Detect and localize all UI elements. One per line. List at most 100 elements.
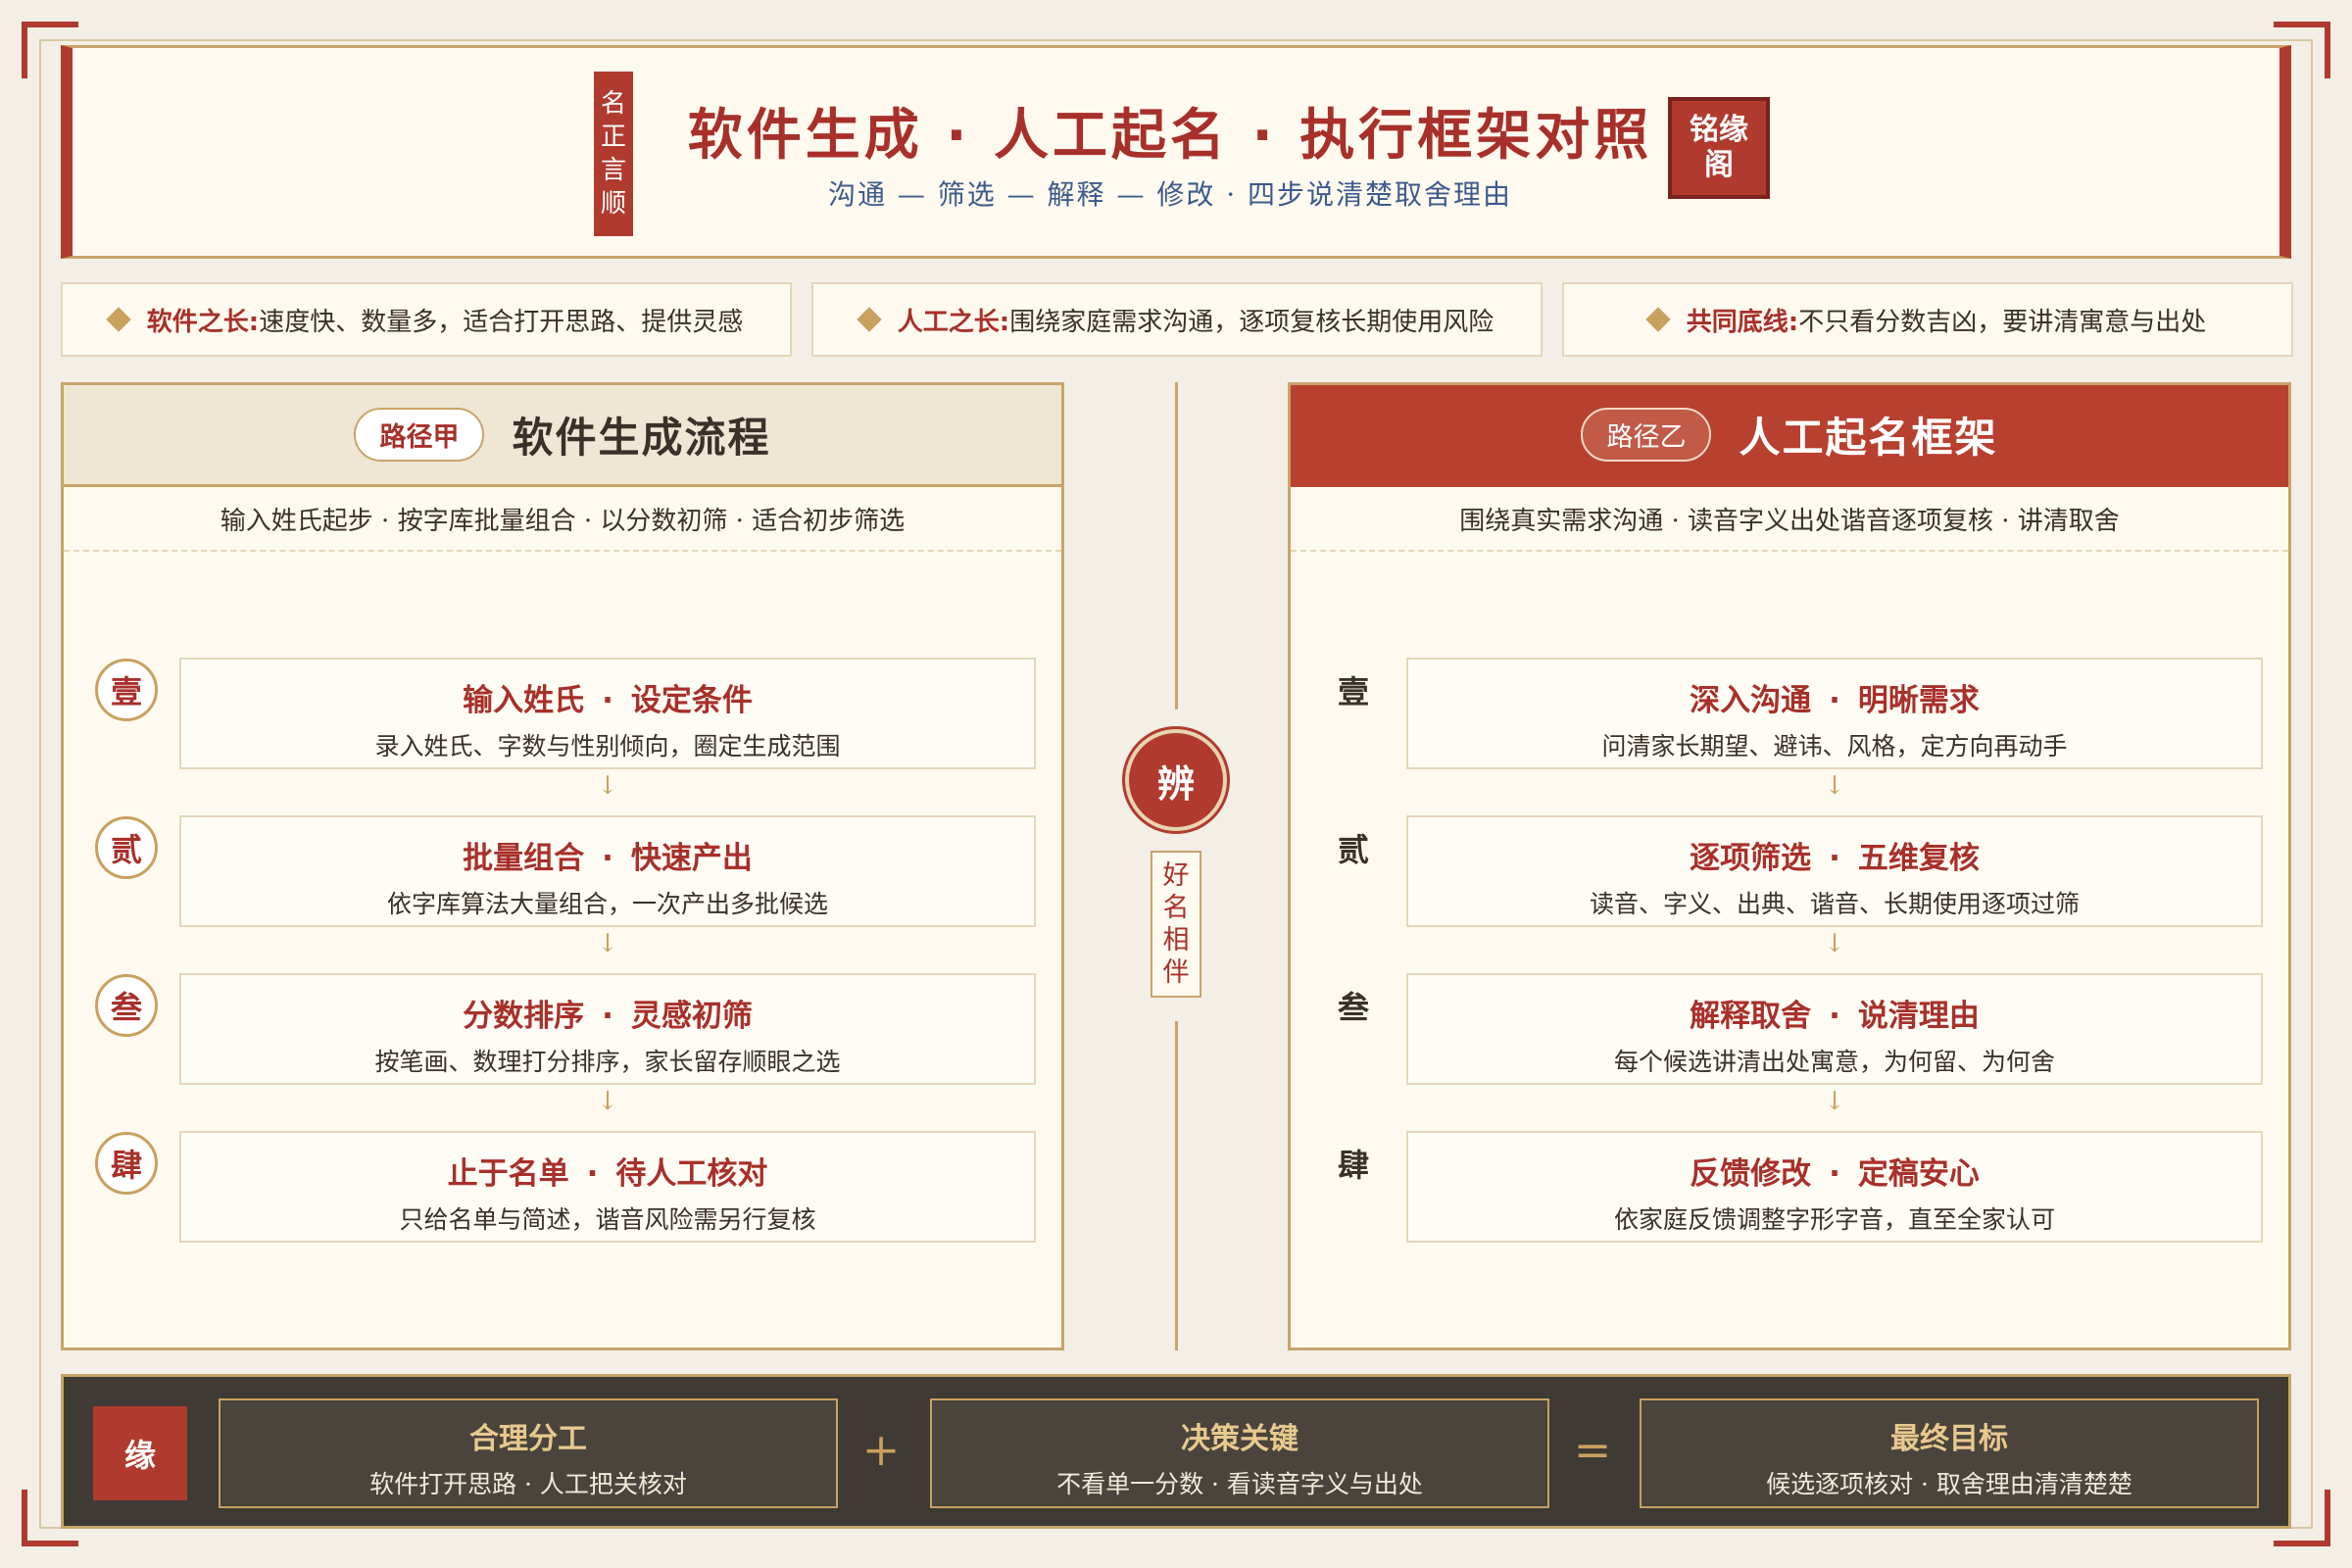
- footer-box-title: 合理分工: [469, 1422, 587, 1456]
- vertical-seal-char: 名: [600, 89, 626, 119]
- info-value: 围绕家庭需求沟通，逐项复核长期使用风险: [1009, 307, 1494, 337]
- footer-box-description: 不看单一分数 · 看读音字义与出处: [1056, 1470, 1423, 1498]
- canvas: 名 正 言 顺 软件生成 · 人工起名 · 执行框架对照 沟通 — 筛选 — 解…: [0, 0, 2352, 1568]
- step-title: 分数排序 · 灵感初筛: [463, 999, 753, 1034]
- footer-box-title: 决策关键: [1181, 1422, 1298, 1456]
- step-title: 解释取舍 · 说清理由: [1690, 999, 1980, 1034]
- footer-box-decision: 决策关键 不看单一分数 · 看读音字义与出处: [930, 1398, 1549, 1508]
- footer-box-goal: 最终目标 候选逐项核对 · 取舍理由清清楚楚: [1640, 1398, 2259, 1508]
- step-card: 批量组合 · 快速产出 依字库算法大量组合，一次产出多批候选: [179, 815, 1036, 927]
- step-card: 深入沟通 · 明晰需求 问清家长期望、避讳、风格，定方向再动手: [1406, 658, 2263, 769]
- center-divider-top: [1175, 382, 1178, 710]
- panel-header: 路径乙 人工起名框架: [1291, 385, 2288, 487]
- center-tag-char: 相: [1162, 925, 1190, 956]
- panel-manual: 路径乙 人工起名框架 围绕真实需求沟通 · 读音字义出处谐音逐项复核 · 讲清取…: [1288, 382, 2291, 1350]
- page-subtitle: 沟通 — 筛选 — 解释 — 修改 · 四步说清楚取舍理由: [827, 178, 1513, 211]
- step-title: 深入沟通 · 明晰需求: [1690, 683, 1980, 718]
- vertical-seal-char: 言: [600, 156, 626, 185]
- step-title-b: 设定条件: [630, 683, 753, 718]
- step-description: 依家庭反馈调整字形字音，直至全家认可: [1613, 1205, 2055, 1234]
- page-title: 软件生成 · 人工起名 · 执行框架对照: [687, 104, 1653, 168]
- step-number: 叁: [95, 974, 158, 1037]
- down-arrow-icon: ↓: [1824, 1087, 1845, 1116]
- path-tag: 路径乙: [1581, 408, 1712, 462]
- diamond-icon: [1645, 307, 1671, 332]
- footer-summary: 缘 合理分工 软件打开思路 · 人工把关核对 + 决策关键 不看单一分数 · 看…: [61, 1374, 2291, 1529]
- footer-seal: 缘: [93, 1406, 187, 1500]
- step-title-b: 待人工核对: [615, 1156, 768, 1192]
- info-value: 速度快、数量多，适合打开思路、提供灵感: [259, 307, 744, 337]
- step-card: 反馈修改 · 定稿安心 依家庭反馈调整字形字音，直至全家认可: [1406, 1131, 2263, 1243]
- step-title: 批量组合 · 快速产出: [463, 841, 753, 876]
- square-seal-line: 铭缘: [1690, 113, 1748, 147]
- step-description: 问清家长期望、避讳、风格，定方向再动手: [1601, 732, 2068, 760]
- footer-box-title: 最终目标: [1890, 1422, 2008, 1456]
- step-title: 输入姓氏 · 设定条件: [463, 683, 753, 718]
- panel-software: 路径甲 软件生成流程 输入姓氏起步 · 按字库批量组合 · 以分数初筛 · 适合…: [61, 382, 1064, 1350]
- step-number: 叁: [1337, 989, 1369, 1026]
- step-title-a: 输入姓氏: [463, 683, 585, 718]
- plus-icon: +: [861, 1423, 901, 1476]
- panel-header: 路径甲 软件生成流程: [64, 385, 1061, 487]
- step-title-a: 反馈修改: [1690, 1156, 1812, 1192]
- step-title-b: 说清理由: [1857, 999, 1980, 1034]
- down-arrow-icon: ↓: [597, 771, 618, 801]
- header-banner: 名 正 言 顺 软件生成 · 人工起名 · 执行框架对照 沟通 — 筛选 — 解…: [61, 45, 2291, 259]
- down-arrow-icon: ↓: [597, 929, 618, 958]
- step-number: 贰: [1337, 831, 1369, 868]
- step-title-a: 止于名单: [447, 1156, 569, 1192]
- center-badge: 辨: [1125, 729, 1227, 831]
- vertical-seal-char: 正: [600, 122, 626, 152]
- step-title-a: 分数排序: [463, 999, 585, 1034]
- panel-title: 人工起名框架: [1739, 414, 1998, 462]
- panel-title: 软件生成流程: [512, 414, 771, 462]
- step-card: 止于名单 · 待人工核对 只给名单与简述，谐音风险需另行复核: [179, 1131, 1036, 1243]
- step-title-b: 明晰需求: [1857, 683, 1980, 718]
- step-description: 依字库算法大量组合，一次产出多批候选: [386, 890, 828, 918]
- info-key: 软件之长:: [146, 307, 260, 337]
- footer-box-description: 软件打开思路 · 人工把关核对: [369, 1470, 687, 1498]
- step-title-a: 深入沟通: [1690, 683, 1812, 718]
- step-title-b: 快速产出: [630, 841, 753, 876]
- square-seal: 铭缘 阁: [1668, 97, 1770, 199]
- step-number: 壹: [95, 659, 158, 721]
- step-card: 解释取舍 · 说清理由 每个候选讲清出处寓意，为何留、为何舍: [1406, 973, 2263, 1085]
- down-arrow-icon: ↓: [1824, 771, 1845, 801]
- step-title-b: 灵感初筛: [630, 999, 753, 1034]
- path-tag: 路径甲: [354, 408, 485, 462]
- step-description: 录入姓氏、字数与性别倾向，圈定生成范围: [374, 732, 841, 760]
- vertical-seal-char: 顺: [600, 189, 626, 219]
- step-number: 肆: [1337, 1147, 1369, 1184]
- vertical-seal: 名 正 言 顺: [594, 72, 633, 236]
- step-number: 壹: [1337, 673, 1369, 710]
- info-card-manual: 人工之长: 围绕家庭需求沟通，逐项复核长期使用风险: [811, 282, 1543, 357]
- step-description: 只给名单与简述，谐音风险需另行复核: [399, 1205, 816, 1234]
- step-card: 分数排序 · 灵感初筛 按笔画、数理打分排序，家长留存顺眼之选: [179, 973, 1036, 1085]
- step-title-a: 解释取舍: [1690, 999, 1812, 1034]
- step-description: 读音、字义、出典、谐音、长期使用逐项过筛: [1589, 890, 2080, 918]
- diamond-icon: [106, 307, 131, 332]
- center-tag: 好 名 相 伴: [1151, 851, 1201, 998]
- step-description: 每个候选讲清出处寓意，为何留、为何舍: [1613, 1048, 2055, 1076]
- down-arrow-icon: ↓: [597, 1087, 618, 1116]
- info-key: 共同底线:: [1686, 307, 1799, 337]
- footer-box-description: 候选逐项核对 · 取舍理由清清楚楚: [1766, 1470, 2132, 1498]
- diamond-icon: [857, 307, 882, 332]
- step-title-b: 五维复核: [1857, 841, 1980, 876]
- center-tag-char: 好: [1162, 860, 1190, 891]
- info-card-common: 共同底线: 不只看分数吉凶，要讲清寓意与出处: [1562, 282, 2293, 357]
- step-description: 按笔画、数理打分排序，家长留存顺眼之选: [374, 1048, 841, 1076]
- step-card: 输入姓氏 · 设定条件 录入姓氏、字数与性别倾向，圈定生成范围: [179, 658, 1036, 769]
- footer-box-division: 合理分工 软件打开思路 · 人工把关核对: [219, 1398, 838, 1508]
- info-card-software: 软件之长: 速度快、数量多，适合打开思路、提供灵感: [61, 282, 792, 357]
- down-arrow-icon: ↓: [1824, 929, 1845, 958]
- step-title-b: 定稿安心: [1857, 1156, 1980, 1192]
- step-card: 逐项筛选 · 五维复核 读音、字义、出典、谐音、长期使用逐项过筛: [1406, 815, 2263, 927]
- step-title-a: 逐项筛选: [1690, 841, 1812, 876]
- step-title: 止于名单 · 待人工核对: [447, 1156, 768, 1192]
- panel-description: 输入姓氏起步 · 按字库批量组合 · 以分数初筛 · 适合初步筛选: [64, 487, 1061, 552]
- step-title: 逐项筛选 · 五维复核: [1690, 841, 1980, 876]
- square-seal-line: 阁: [1704, 148, 1734, 182]
- center-tag-char: 伴: [1162, 957, 1190, 988]
- equals-icon: =: [1573, 1423, 1612, 1476]
